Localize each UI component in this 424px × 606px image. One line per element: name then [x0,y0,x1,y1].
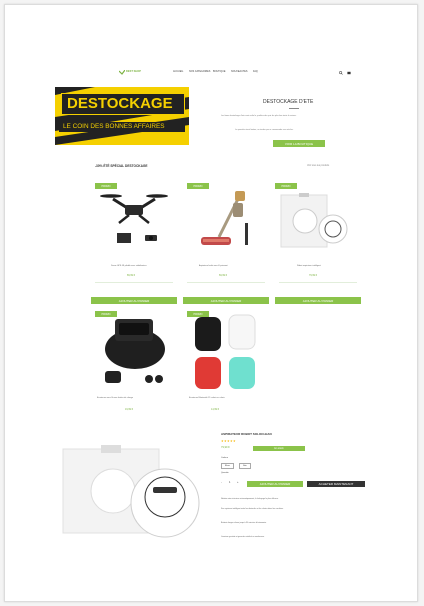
hero-banner[interactable]: DESTOCKAGE LE COIN DES BONNES AFFAIRES [55,87,189,145]
featured-product-image[interactable] [61,441,201,541]
product-card-drone[interactable]: PROMO Drone GPS 4K pliable avec stabilis… [91,179,177,291]
nav-faq[interactable]: FAQ [253,70,258,73]
stock-badge: En stock [253,446,305,451]
product-name[interactable]: Aspirateur balai sans fil puissant [199,265,228,267]
add-to-cart-drone[interactable]: AJOUTER AU PANIER [91,297,177,304]
quantity-value[interactable]: 1 [229,481,230,485]
search-icon[interactable] [339,71,343,75]
option-label: Couleur [221,457,229,459]
product-card-robot[interactable]: PROMO Robot aspirateur intelligent 79,99… [275,179,361,291]
quantity-label: Quantite [221,472,229,474]
product-card-earbuds-case[interactable]: PROMO Ecouteurs sans fil avec boitier de… [91,309,177,419]
card-divider [187,282,265,283]
banner-subtitle: LE COIN DES BONNES AFFAIRES [63,123,165,130]
option-white[interactable]: Blanc [221,463,235,469]
buy-now-button[interactable]: ACHETER MAINTENANT [307,481,365,487]
product-card-earbuds-colors[interactable]: PROMO Ecouteurs Bluetooth i12 coloris au… [183,309,269,419]
quantity-minus[interactable]: - [221,481,222,485]
option-black[interactable]: Noir [239,463,251,469]
rating-stars: ★★★★★ [221,439,236,443]
logo[interactable]: DEST SHOP [119,70,141,76]
page-preview: DEST SHOP ACCUEIL NOS CATEGORIES BOUTIQU… [4,4,418,602]
product-price: 19,99 € [125,408,133,411]
banner-title: DESTOCKAGE [67,95,173,112]
drone-image [100,194,168,243]
site-header: DEST SHOP ACCUEIL NOS CATEGORIES BOUTIQU… [53,67,383,79]
product-name[interactable]: Ecouteurs Bluetooth i12 coloris au choix [189,397,225,399]
earbuds-case-image [105,319,165,383]
product-price: 14,99 € [211,408,219,411]
hero-divider [289,108,299,109]
hero-text-1: Les bons destockage d'ete sont enfin la,… [221,115,297,117]
description-line-2: Son systeme intelligent evite les obstac… [221,508,284,510]
hero-cta-button[interactable]: VOIR LA BOUTIQUE [273,140,325,147]
hero-title: DESTOCKAGE D'ETE [263,99,314,105]
product-name[interactable]: Ecouteurs sans fil avec boitier de charg… [97,397,133,399]
add-to-cart-vacuum[interactable]: AJOUTER AU PANIER [183,297,269,304]
nav-home[interactable]: ACCUEIL [173,70,183,73]
description-line-1: Nettoie votre interieur automatiquement,… [221,498,279,500]
cart-icon[interactable] [347,71,351,75]
section-link[interactable]: Voir tous les produits [307,164,329,167]
featured-title: ASPIRATEUR ROBOT SOLOCLEAN [221,432,272,436]
product-details: ASPIRATEUR ROBOT SOLOCLEAN ★★★★★ 79,99 €… [219,431,379,551]
product-card-vacuum[interactable]: PROMO Aspirateur balai sans fil puissant… [183,179,269,291]
stick-vacuum-image [201,191,248,245]
quantity-plus[interactable]: + [237,481,239,485]
add-to-cart-button[interactable]: AJOUTER AU PANIER [247,481,303,487]
product-price: 69,99 € [219,274,227,277]
nav-new[interactable]: NOUVEAUTES [231,70,247,73]
logo-text: DEST SHOP [126,70,141,73]
card-divider [279,282,357,283]
featured-price: 79,99 € [221,446,230,449]
nav-shop[interactable]: BOUTIQUE [213,70,226,73]
robot-vacuum-image [280,193,348,248]
section-title: -30% ÉTÉ SPÉCIAL DESTOCKAGE [95,164,148,168]
description-line-3: Batterie longue duree jusqu'a 90 minutes… [221,522,267,524]
product-name[interactable]: Drone GPS 4K pliable avec stabilisateur [111,265,147,267]
color-earbuds-image [195,314,256,389]
logo-icon [119,70,125,75]
add-to-cart-robot[interactable]: AJOUTER AU PANIER [275,297,361,304]
hero-text-2: La quantite etant limitee, ne tardez pas… [235,129,294,131]
product-name[interactable]: Robot aspirateur intelligent [297,265,321,267]
card-divider [95,282,173,283]
nav-categories[interactable]: NOS CATEGORIES [189,70,210,73]
product-price: 79,99 € [309,274,317,277]
product-price: 89,99 € [127,274,135,277]
description-line-4: Livraison gratuite et garantie satisfait… [221,536,265,538]
